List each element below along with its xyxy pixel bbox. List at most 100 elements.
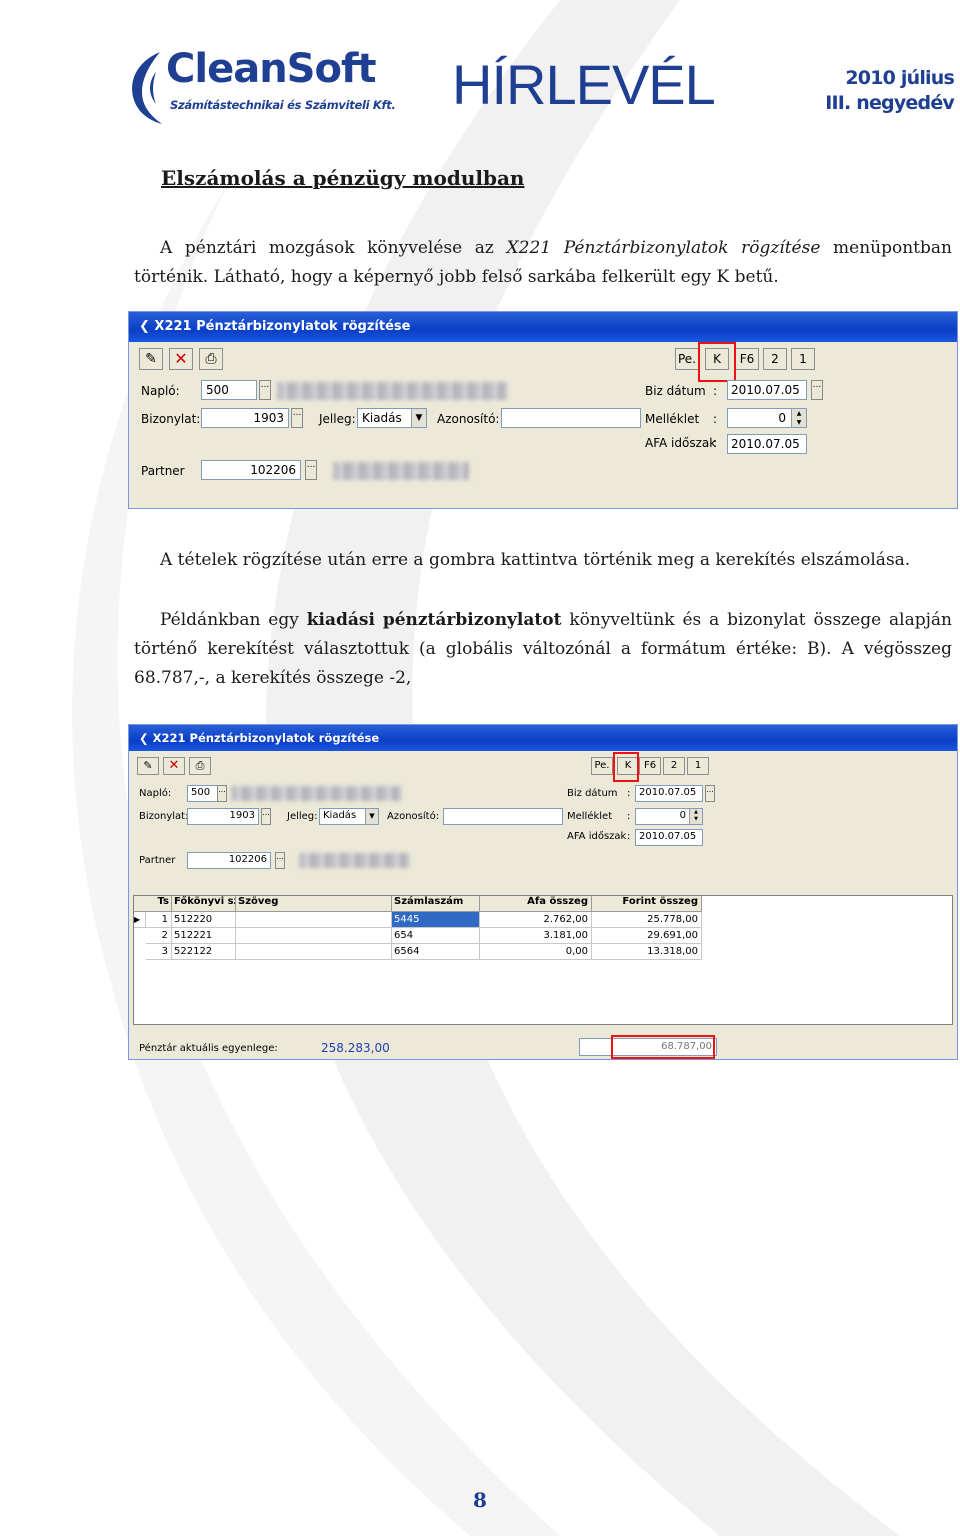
naplo-label: Napló: [141,384,180,398]
table-cell-szamlaszam-selected[interactable]: 5445 [392,912,480,928]
table-cell-forint[interactable]: 25.778,00 [592,912,702,928]
jelleg-select[interactable]: Kiadás ▼ [319,808,379,825]
table-cell-ts[interactable]: 2 [146,928,172,944]
p3-bold-kiadasi: kiadási [306,610,375,630]
partner-label: Partner [141,464,185,478]
table-cell-fokonyv[interactable]: 512220 [172,912,236,928]
melleklet-field[interactable]: 0 ▲ ▼ [635,808,703,825]
logo-subtitle: Számítástechnikai és Számviteli Kft. [170,98,396,112]
print-icon[interactable]: ⎙ [199,348,223,370]
partner-lookup-button[interactable]: ... [275,852,285,869]
chevron-down-icon[interactable]: ▼ [365,809,378,824]
redacted-naplo-name [277,382,507,400]
logo-text: CleanSoft [166,46,376,92]
col-header-szoveg[interactable]: Szöveg [236,896,392,912]
afa-idoszak-label: AFA időszak [645,436,717,450]
colon: : [627,811,631,822]
title-bar: ❮ X221 Pénztárbizonylatok rögzítése [129,312,957,342]
col-header-szamlaszam[interactable]: Számlaszám [392,896,480,912]
paragraph-1: A pénztári mozgások könyvelése az X221 P… [134,234,952,292]
bizonylat-lookup-button[interactable]: ... [291,408,303,428]
issue-date: 2010 július III. negyedév [825,66,955,116]
partner-lookup-button[interactable]: ... [305,460,317,480]
col-header-ts[interactable]: Ts [134,896,172,912]
table-cell-szoveg[interactable] [236,944,392,960]
naplo-label: Napló: [139,788,172,799]
table-cell-forint[interactable]: 29.691,00 [592,928,702,944]
table-cell-fokonyv[interactable]: 522122 [172,944,236,960]
biz-datum-field[interactable]: 2010.07.05 [635,785,703,802]
melleklet-label: Melléklet [567,811,613,822]
table-cell-szoveg[interactable] [236,912,392,928]
print-icon[interactable]: ⎙ [189,757,211,775]
company-logo: CleanSoft Számítástechnikai és Számvitel… [126,46,396,128]
table-cell-afa[interactable]: 3.181,00 [480,928,592,944]
button-2[interactable]: 2 [663,757,685,775]
table-cell-fokonyv[interactable]: 512221 [172,928,236,944]
runner-icon[interactable]: ✎ [139,348,163,370]
delete-icon[interactable]: ✕ [169,348,193,370]
table-cell-ts[interactable]: 3 [146,944,172,960]
runner-icon[interactable]: ✎ [137,757,159,775]
col-header-forint[interactable]: Forint összeg [592,896,702,912]
button-1[interactable]: 1 [791,348,815,370]
afa-idoszak-field[interactable]: 2010.07.05 [727,434,807,454]
window-title: X221 Pénztárbizonylatok rögzítése [154,319,411,334]
bizonylat-field[interactable]: 1903 [187,808,259,825]
table-cell-ts[interactable]: 1 [146,912,172,928]
melleklet-value: 0 [679,810,686,821]
button-2[interactable]: 2 [763,348,787,370]
naplo-lookup-button[interactable]: ... [259,380,271,400]
colon: : [627,788,631,799]
chevron-down-icon[interactable]: ▼ [411,409,426,427]
table-cell-szamlaszam[interactable]: 654 [392,928,480,944]
delete-icon[interactable]: ✕ [163,757,185,775]
pe-button[interactable]: Pe. [591,757,613,775]
colon: : [713,384,718,398]
button-1[interactable]: 1 [687,757,709,775]
screenshot-1-window: ❮ X221 Pénztárbizonylatok rögzítése ✎ ✕ … [128,311,958,509]
azonosito-field[interactable] [443,808,563,825]
azonosito-label: Azonosító: [437,412,500,426]
table-cell-afa[interactable]: 0,00 [480,944,592,960]
table-cell-forint[interactable]: 13.318,00 [592,944,702,960]
paragraph-2: A tételek rögzítése után erre a gombra k… [134,546,952,575]
col-header-fokonyv[interactable]: Főkönyvi sz. [172,896,236,912]
partner-field[interactable]: 102206 [187,852,271,869]
f6-button[interactable]: F6 [735,348,759,370]
biz-datum-lookup-button[interactable]: ... [705,785,715,802]
naplo-lookup-button[interactable]: ... [217,785,227,802]
melleklet-label: Melléklet [645,412,700,426]
jelleg-label: Jelleg: [319,412,356,426]
colon: : [713,412,718,426]
p3-space [375,610,383,630]
f6-button[interactable]: F6 [639,757,661,775]
table-cell-afa[interactable]: 2.762,00 [480,912,592,928]
bizonylat-lookup-button[interactable]: ... [261,808,271,825]
table-cell-szoveg[interactable] [236,928,392,944]
jelleg-select[interactable]: Kiadás ▼ [357,408,427,428]
items-table[interactable]: Ts Főkönyvi sz. Szöveg Számlaszám Áfa ös… [133,895,953,1025]
spin-arrows-icon[interactable]: ▲ ▼ [791,409,806,427]
p2-text: A tételek rögzítése után erre a gombra k… [160,550,911,570]
table-cell-szamlaszam[interactable]: 6564 [392,944,480,960]
window-icon: ❮ [139,319,155,334]
spin-arrows-icon[interactable]: ▲ ▼ [689,809,702,824]
redacted-partner-name [333,462,469,480]
bizonylat-field[interactable]: 1903 [201,408,289,428]
pe-button[interactable]: Pe. [675,348,699,370]
balance-label: Pénztár aktuális egyenlege: [139,1043,278,1054]
biz-datum-field[interactable]: 2010.07.05 [727,380,807,400]
melleklet-field[interactable]: 0 ▲ ▼ [727,408,807,428]
col-header-afa[interactable]: Áfa összeg [480,896,592,912]
azonosito-field[interactable] [501,408,641,428]
azonosito-label: Azonosító: [387,811,440,822]
naplo-field[interactable]: 500 [201,380,257,400]
biz-datum-lookup-button[interactable]: ... [811,380,823,400]
partner-field[interactable]: 102206 [201,460,301,480]
biz-datum-label: Biz dátum [567,788,618,799]
bizonylat-label: Bizonylat: [139,811,189,822]
p3-text-a: Példánkban egy [160,610,307,630]
afa-idoszak-field[interactable]: 2010.07.05 [635,829,703,846]
window-title: X221 Pénztárbizonylatok rögzítése [152,731,380,745]
